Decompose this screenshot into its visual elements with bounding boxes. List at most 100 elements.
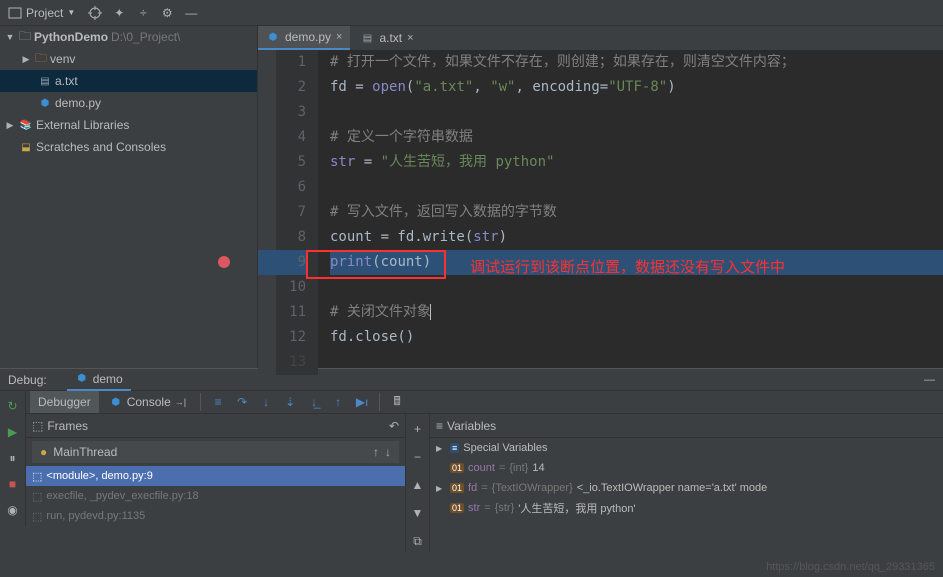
- var-name: count: [468, 462, 495, 474]
- scratches-icon: ⬓: [19, 140, 33, 154]
- expand-icon[interactable]: ✦: [107, 0, 131, 26]
- project-root[interactable]: ▼ 🗀 PythonDemo D:\0_Project\: [0, 26, 257, 48]
- close-icon[interactable]: ×: [336, 31, 342, 43]
- project-sidebar: ▼ 🗀 PythonDemo D:\0_Project\ ▶ 🗀 venv ▤ …: [0, 26, 258, 368]
- var-badge-icon: 01: [450, 463, 464, 473]
- target-icon[interactable]: [83, 0, 107, 26]
- root-name: PythonDemo: [34, 30, 108, 44]
- frame-item[interactable]: ⬚ <module>, demo.py:9: [26, 466, 405, 486]
- restore-icon[interactable]: ↶: [389, 419, 399, 433]
- close-icon[interactable]: —: [924, 374, 935, 386]
- remove-watch-button[interactable]: −: [408, 446, 428, 468]
- down-button[interactable]: ▼: [408, 502, 428, 524]
- step-out-button[interactable]: ↑: [327, 391, 349, 413]
- var-value: 14: [532, 462, 544, 474]
- frames-header: ⬚ Frames ↶: [26, 414, 405, 438]
- config-name: demo: [93, 372, 123, 386]
- run-to-cursor-button[interactable]: ▶ı: [351, 391, 373, 413]
- var-type: {TextIOWrapper}: [492, 482, 573, 494]
- step-over-button[interactable]: ↷: [231, 391, 253, 413]
- external-libraries[interactable]: ▶ 📚 External Libraries: [0, 114, 257, 136]
- next-frame-icon[interactable]: ↓: [385, 445, 391, 459]
- variable-row[interactable]: 01 str = {str} '人生苦短，我用 python': [430, 498, 943, 518]
- step-into-mycode-button[interactable]: ⇣: [279, 391, 301, 413]
- project-tool-button[interactable]: Project ▼: [0, 6, 83, 20]
- project-label: Project: [26, 6, 63, 20]
- close-icon[interactable]: ×: [407, 32, 413, 44]
- tree-file-demopy[interactable]: ⬢ demo.py: [0, 92, 257, 114]
- library-icon: 📚: [19, 118, 33, 132]
- var-badge-icon: 01: [450, 503, 464, 513]
- debug-panel: Debug: ⬢ demo — ↻ ▶ ⏸ ■ ◉ Debugger ⬢ Con…: [0, 368, 943, 526]
- variables-rail: + − ▲ ▼ ⧉: [406, 414, 430, 552]
- editor-tabs: ⬢ demo.py × ▤ a.txt ×: [258, 26, 943, 50]
- tab-atxt[interactable]: ▤ a.txt ×: [352, 26, 421, 50]
- variable-row[interactable]: ▶ 01 fd = {TextIOWrapper} <_io.TextIOWra…: [430, 478, 943, 498]
- rerun-button[interactable]: ↻: [3, 395, 23, 417]
- folder-icon: 🗀: [19, 27, 31, 48]
- frame-item[interactable]: ⬚ run, pydevd.py:1135: [26, 506, 405, 526]
- add-watch-button[interactable]: +: [408, 418, 428, 440]
- console-tab[interactable]: ⬢ Console →|: [101, 391, 194, 413]
- stop-button[interactable]: ■: [3, 473, 23, 495]
- gear-icon[interactable]: ⚙: [155, 0, 179, 26]
- tree-file-atxt[interactable]: ▤ a.txt: [0, 70, 257, 92]
- tree-folder-venv[interactable]: ▶ 🗀 venv: [0, 48, 257, 70]
- variables-header: ≡ Variables: [430, 414, 943, 438]
- special-variables[interactable]: ▶ ≡ Special Variables: [430, 438, 943, 458]
- text-file-icon: ▤: [38, 74, 52, 88]
- stack-icon: ⬚: [32, 470, 42, 483]
- breakpoint-icon[interactable]: [218, 256, 230, 268]
- evaluate-button[interactable]: 🖩: [386, 391, 408, 413]
- debug-config-tab[interactable]: ⬢ demo: [67, 369, 131, 391]
- text-file-icon: ▤: [360, 31, 374, 45]
- expand-arrow-icon[interactable]: ▶: [4, 120, 16, 131]
- root-path: D:\0_Project\: [111, 30, 180, 44]
- frame-text: run, pydevd.py:1135: [46, 510, 145, 522]
- resume-button[interactable]: ▶: [3, 421, 23, 443]
- force-step-into-button[interactable]: ↓̲: [303, 391, 325, 413]
- top-toolbar: Project ▼ ✦ ÷ ⚙ —: [0, 0, 943, 26]
- prev-frame-icon[interactable]: ↑: [373, 445, 379, 459]
- thread-name: MainThread: [53, 445, 117, 459]
- python-file-icon: ⬢: [266, 30, 280, 44]
- code-content[interactable]: # 打开一个文件，如果文件不存在，则创建；如果存在，则清空文件内容； fd = …: [318, 50, 943, 375]
- up-button[interactable]: ▲: [408, 474, 428, 496]
- scratches-consoles[interactable]: ⬓ Scratches and Consoles: [0, 136, 257, 158]
- collapse-icon[interactable]: ÷: [131, 0, 155, 26]
- expand-arrow-icon[interactable]: ▶: [20, 54, 32, 65]
- duplicate-button[interactable]: ⧉: [408, 530, 428, 552]
- watermark: https://blog.csdn.net/qq_29331365: [766, 561, 935, 573]
- frame-item[interactable]: ⬚ execfile, _pydev_execfile.py:18: [26, 486, 405, 506]
- folder-label: venv: [50, 52, 75, 66]
- annotation-text: 调试运行到该断点位置，数据还没有写入文件中: [470, 255, 785, 280]
- file-label: demo.py: [55, 96, 101, 110]
- var-type: {str}: [495, 502, 515, 514]
- view-breakpoints-button[interactable]: ◉: [3, 499, 23, 521]
- gutter[interactable]: 1 2 3 4 5 6 7 8 9 10 11 12 13: [258, 50, 318, 375]
- frames-icon: ⬚: [32, 419, 43, 433]
- step-into-button[interactable]: ↓: [255, 391, 277, 413]
- debugger-tab[interactable]: Debugger: [30, 391, 99, 413]
- expand-arrow-icon[interactable]: ▼: [4, 32, 16, 42]
- var-name: str: [468, 502, 480, 514]
- variables-title: Variables: [447, 419, 496, 433]
- debug-toolbar: Debugger ⬢ Console →| ≡ ↷ ↓ ⇣ ↓̲ ↑ ▶ı 🖩: [26, 391, 943, 414]
- show-execution-point-button[interactable]: ≡: [207, 391, 229, 413]
- var-value: <_io.TextIOWrapper name='a.txt' mode: [577, 482, 767, 494]
- var-name: fd: [468, 482, 477, 494]
- scratches-label: Scratches and Consoles: [36, 140, 166, 154]
- thread-selector[interactable]: ● MainThread ↑ ↓: [32, 441, 399, 463]
- ext-libs-label: External Libraries: [36, 118, 129, 132]
- pause-button[interactable]: ⏸: [3, 447, 23, 469]
- code-editor[interactable]: 1 2 3 4 5 6 7 8 9 10 11 12 13 # 打开一个文件，如…: [258, 50, 943, 375]
- frame-text: <module>, demo.py:9: [46, 470, 152, 482]
- python-icon: ⬢: [109, 395, 123, 409]
- var-badge-icon: 01: [450, 483, 464, 493]
- expand-arrow-icon[interactable]: ▶: [436, 444, 446, 453]
- expand-arrow-icon[interactable]: ▶: [436, 484, 446, 493]
- variable-row[interactable]: 01 count = {int} 14: [430, 458, 943, 478]
- hide-icon[interactable]: —: [179, 0, 203, 26]
- tab-demopy[interactable]: ⬢ demo.py ×: [258, 26, 350, 50]
- project-icon: [8, 6, 22, 20]
